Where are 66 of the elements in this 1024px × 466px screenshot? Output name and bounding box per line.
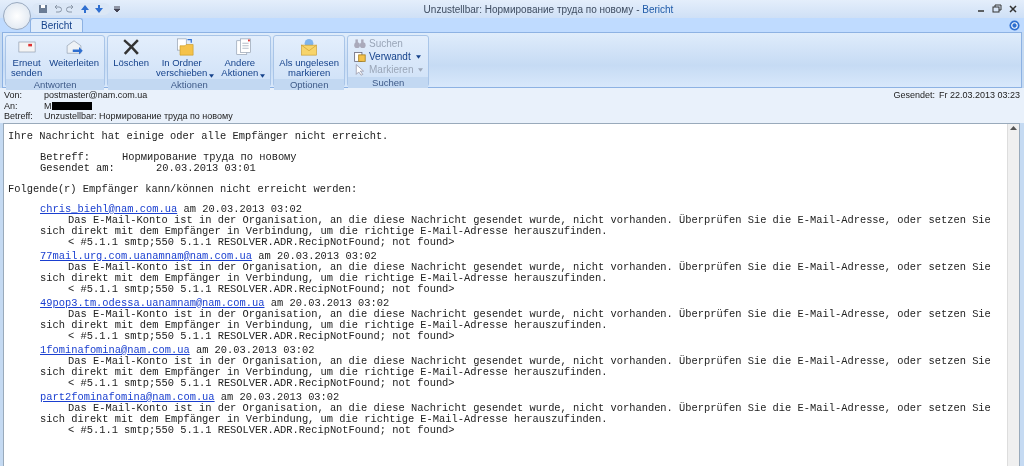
- redaction-bar: [51, 102, 92, 111]
- error-code: < #5.1.1 smtp;550 5.1.1 RESOLVER.ADR.RecipNotFound; not found>: [67, 236, 456, 248]
- error-message: Das E-Mail-Konto ist in der Organisation, an die diese Nachricht gesendet wurde, nicht vorhanden. Überprüfen Sie die E-Mail-Adresse, oder setzen Sie sich direkt mit dem Empfänger in Verbindung, um die richtige E-Mail-Adresse herauszufinden.: [39, 402, 992, 425]
- error-message: Das E-Mail-Konto ist in der Organisation, an die diese Nachricht gesendet wurde, nicht vorhanden. Überprüfen Sie die E-Mail-Adresse, oder setzen Sie sich direkt mit dem Empfänger in Verbindung, um die richtige E-Mail-Adresse herauszufinden.: [39, 308, 992, 331]
- ribbon-button[interactable]: Andere Aktionen: [218, 37, 269, 78]
- email-link[interactable]: 49pop3.tm.odessa.uanamnam@nam.com.ua: [40, 296, 265, 309]
- undo-icon[interactable]: [52, 4, 62, 14]
- date-text: am 20.03.2013 03:02: [220, 390, 340, 403]
- scroll-up-icon[interactable]: [1009, 123, 1018, 133]
- binoculars-icon: [353, 37, 366, 50]
- group-label: Optionen: [274, 79, 344, 90]
- email-link[interactable]: chris_biehl@nam.com.ua: [40, 202, 178, 215]
- recipient-name: M: [44, 100, 52, 111]
- down-arrow-icon[interactable]: [94, 4, 104, 14]
- ribbon-button[interactable]: Löschen: [110, 37, 153, 68]
- error-message: Das E-Mail-Konto ist in der Organisation, an die diese Nachricht gesendet wurde, nicht vorhanden. Überprüfen Sie die E-Mail-Adresse, oder setzen Sie sich direkt mit dem Empfänger in Verbindung, um die richtige E-Mail-Adresse herauszufinden.: [39, 355, 992, 378]
- ribbon-button[interactable]: Als ungelesen markieren: [276, 37, 342, 78]
- office-button[interactable]: [3, 2, 31, 30]
- error-message: Das E-Mail-Konto ist in der Organisation, an die diese Nachricht gesendet wurde, nicht vorhanden. Überprüfen Sie die E-Mail-Adresse, oder setzen Sie sich direkt mit dem Empfänger in Verbindung, um die richtige E-Mail-Adresse herauszufinden.: [39, 214, 992, 237]
- error-code: < #5.1.1 smtp;550 5.1.1 RESOLVER.ADR.RecipNotFound; not found>: [67, 377, 456, 389]
- date-text: am 20.03.2013 03:02: [270, 296, 390, 309]
- ribbon-button[interactable]: Verwandt: [350, 50, 427, 63]
- group-label: Suchen: [348, 77, 429, 88]
- date-text: am 20.03.2013 03:02: [183, 202, 302, 215]
- body-text: Folgende(r) Empfänger kann/können nicht erreicht werden:: [8, 183, 359, 195]
- date-text: am 20.03.2013 03:02: [258, 249, 377, 262]
- up-arrow-icon[interactable]: [80, 4, 90, 14]
- error-message: Das E-Mail-Konto ist in der Organisation, an die diese Nachricht gesendet wurde, nicht vorhanden. Überprüfen Sie die E-Mail-Adresse, oder setzen Sie sich direkt mit dem Empfänger in Verbindung, um die richtige E-Mail-Adresse herauszufinden.: [39, 261, 992, 284]
- app-name: Bericht: [642, 3, 674, 15]
- save-icon[interactable]: [38, 4, 48, 14]
- folder-icon: [174, 37, 197, 57]
- close-icon[interactable]: [1008, 4, 1018, 14]
- scrollbar[interactable]: [1007, 123, 1019, 466]
- documents-icon: [353, 50, 366, 63]
- subject-text: Нормирование труда по новому: [122, 151, 297, 163]
- help-icon[interactable]: [1009, 19, 1020, 31]
- field-label: Betreff:: [40, 151, 91, 163]
- email-link[interactable]: 1fominafomina@nam.com.ua: [40, 343, 190, 356]
- field-label: Gesendet:: [893, 90, 935, 101]
- ribbon-tab[interactable]: Bericht: [30, 18, 84, 32]
- ribbon-button[interactable]: In Ordner verschieben: [153, 37, 218, 78]
- restore-icon[interactable]: [992, 4, 1002, 14]
- error-code: < #5.1.1 smtp;550 5.1.1 RESOLVER.ADR.RecipNotFound; not found>: [67, 283, 456, 295]
- body-text: Ihre Nachricht hat einige oder alle Empfänger nicht erreicht.: [8, 130, 390, 142]
- redo-icon[interactable]: [66, 4, 76, 14]
- date-text: am 20.03.2013 03:02: [195, 343, 315, 356]
- sender-address: postmaster@nam.com.ua: [44, 90, 148, 101]
- field-label: Von:: [4, 90, 24, 101]
- forward-envelope-icon: [63, 37, 86, 57]
- group-label: Antworten: [6, 79, 105, 90]
- sent-date: 20.03.2013 03:01: [156, 162, 256, 174]
- group-label: Aktionen: [108, 79, 271, 90]
- ribbon-button[interactable]: Erneut senden: [8, 37, 46, 78]
- window-title: Unzustellbar: Нормирование труда по новому -: [423, 3, 641, 15]
- field-label: Gesendet am:: [40, 162, 116, 174]
- email-link[interactable]: part2fominafomina@nam.com.ua: [40, 390, 215, 403]
- customize-caret-icon[interactable]: [113, 5, 121, 13]
- email-link[interactable]: 77mail.urg.com.uanamnam@nam.com.ua: [40, 249, 252, 262]
- field-label: An:: [4, 100, 19, 111]
- ribbon-button[interactable]: Weiterleiten: [46, 37, 103, 68]
- cursor-icon: [353, 63, 366, 76]
- field-label: Betreff:: [4, 111, 34, 122]
- sent-date: Fr 22.03.2013 03:23: [938, 90, 1020, 101]
- error-code: < #5.1.1 smtp;550 5.1.1 RESOLVER.ADR.RecipNotFound; not found>: [67, 330, 456, 342]
- error-code: < #5.1.1 smtp;550 5.1.1 RESOLVER.ADR.RecipNotFound; not found>: [67, 424, 456, 436]
- subject-text: Unzustellbar: Нормирование труда по новому: [44, 111, 234, 122]
